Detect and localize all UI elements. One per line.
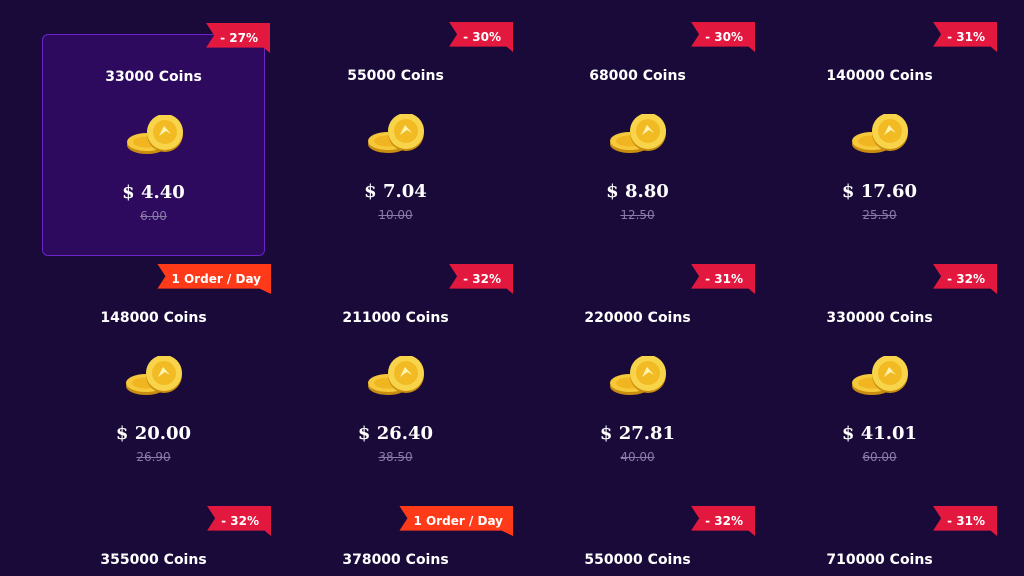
sale-price: $ 4.40 [122,182,185,203]
package-title: 55000 Coins [347,68,444,84]
package-title: 330000 Coins [826,310,933,326]
gold-coins-icon [852,356,908,395]
original-price: 60.00 [862,450,897,464]
gold-coins-icon [368,356,424,395]
coin-package-card[interactable]: - 30% 68000 Coins $ 8.80 12.50 [526,22,755,256]
sale-price: $ 7.04 [364,181,427,202]
discount-badge: - 31% [691,264,755,294]
package-title: 148000 Coins [100,310,207,326]
coin-package-grid: - 27% 33000 Coins $ 4.40 6.00 - 30% 5500… [0,0,1024,576]
sale-price: $ 17.60 [841,181,918,202]
package-title: 140000 Coins [826,68,933,84]
original-price: 12.50 [620,208,655,222]
sale-price: $ 26.40 [357,423,434,444]
package-title: 355000 Coins [100,552,207,568]
gold-coins-icon [368,114,424,153]
coin-package-card[interactable]: - 32% 330000 Coins $ 41.01 60.00 [768,264,997,498]
gold-coins-icon [852,114,908,153]
gold-coins-icon [127,115,183,154]
sale-price: $ 27.81 [599,423,676,444]
sale-price: $ 20.00 [115,423,192,444]
original-price: 40.00 [620,450,655,464]
discount-badge: - 30% [449,22,513,52]
discount-badge: - 31% [933,22,997,52]
gold-coins-icon [610,356,666,395]
discount-badge: - 27% [206,23,270,53]
package-title: 211000 Coins [342,310,449,326]
original-price: 6.00 [140,209,167,223]
coin-package-card[interactable]: 1 Order / Day 148000 Coins $ 20.00 26.90 [42,264,271,498]
package-title: 33000 Coins [105,69,202,85]
coin-package-card[interactable]: - 31% 710000 Coins [768,506,997,576]
discount-badge: - 32% [449,264,513,294]
package-title: 710000 Coins [826,552,933,568]
gold-coins-icon [610,114,666,153]
coin-package-card[interactable]: - 32% 355000 Coins [42,506,271,576]
coin-package-card[interactable]: - 32% 550000 Coins [526,506,755,576]
sale-price: $ 41.01 [841,423,918,444]
order-limit-badge: 1 Order / Day [157,264,271,294]
discount-badge: - 32% [207,506,271,536]
package-title: 68000 Coins [589,68,686,84]
package-title: 550000 Coins [584,552,691,568]
original-price: 25.50 [862,208,897,222]
discount-badge: - 32% [691,506,755,536]
coin-package-card[interactable]: - 30% 55000 Coins $ 7.04 10.00 [284,22,513,256]
discount-badge: - 32% [933,264,997,294]
coin-package-card[interactable]: - 31% 220000 Coins $ 27.81 40.00 [526,264,755,498]
original-price: 10.00 [378,208,413,222]
original-price: 38.50 [378,450,413,464]
sale-price: $ 8.80 [606,181,669,202]
coin-package-card[interactable]: - 32% 211000 Coins $ 26.40 38.50 [284,264,513,498]
coin-package-card[interactable]: - 31% 140000 Coins $ 17.60 25.50 [768,22,997,256]
package-title: 378000 Coins [342,552,449,568]
gold-coins-icon [126,356,182,395]
coin-package-card[interactable]: - 27% 33000 Coins $ 4.40 6.00 [42,23,270,256]
order-limit-badge: 1 Order / Day [399,506,513,536]
package-title: 220000 Coins [584,310,691,326]
original-price: 26.90 [136,450,171,464]
discount-badge: - 30% [691,22,755,52]
discount-badge: - 31% [933,506,997,536]
coin-package-card[interactable]: 1 Order / Day 378000 Coins [284,506,513,576]
